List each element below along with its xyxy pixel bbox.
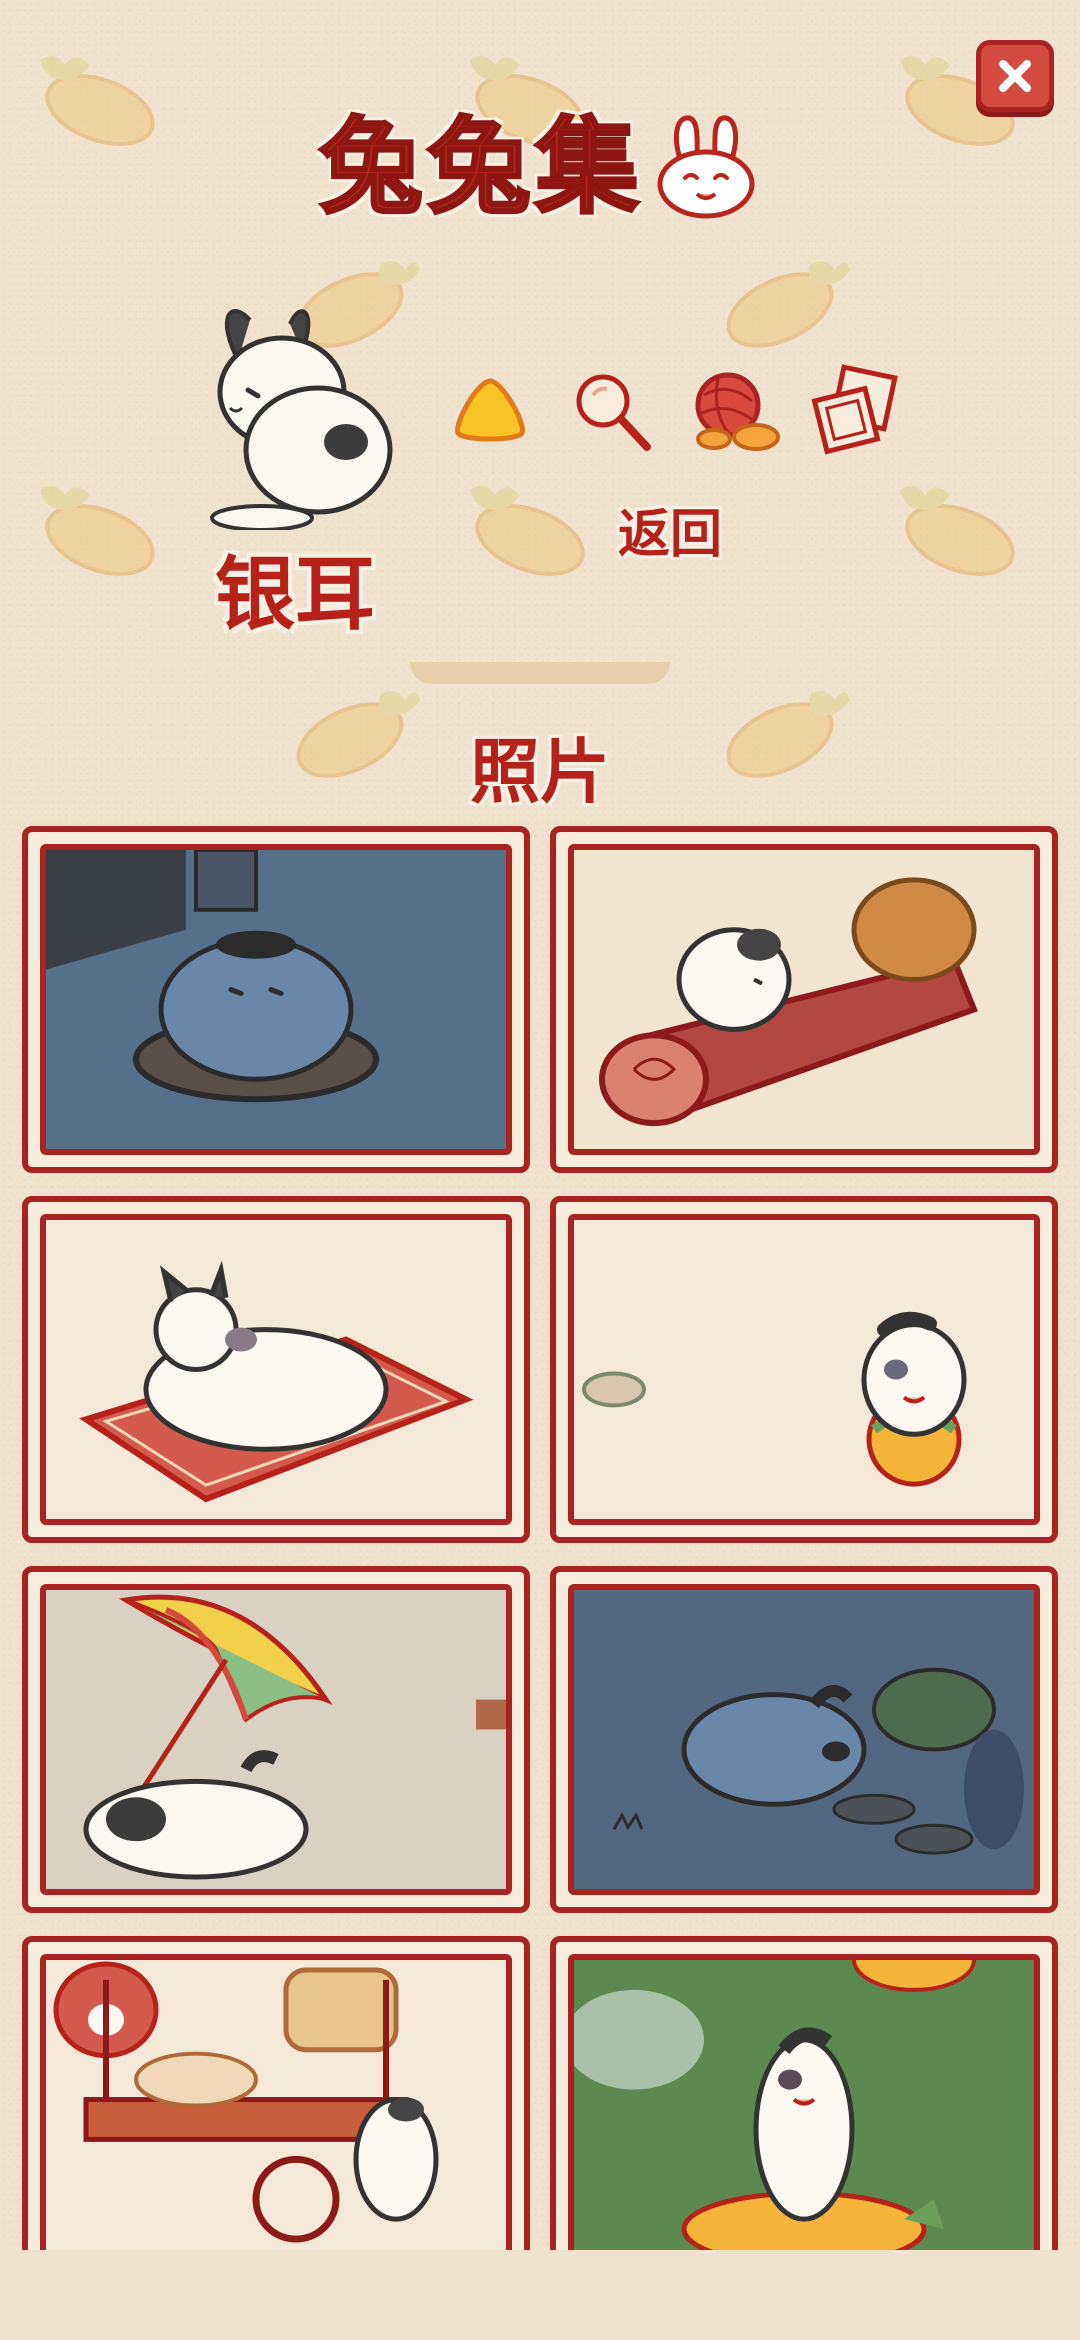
carrot-pattern-icon <box>726 261 850 348</box>
bunny-face-icon <box>657 115 755 219</box>
magnifier-icon <box>576 374 651 451</box>
photo-card[interactable] <box>22 1566 530 1913</box>
rabbit-portrait <box>210 309 393 530</box>
photo-card[interactable] <box>550 1566 1058 1913</box>
photo-card[interactable] <box>550 826 1058 1173</box>
photo-card[interactable] <box>550 1196 1058 1543</box>
carrot-pattern-icon <box>900 486 1015 576</box>
photo-rabbit-on-grass <box>574 1960 1034 2250</box>
close-icon <box>999 60 1031 92</box>
album-button[interactable] <box>806 360 906 460</box>
photo-frames-icon <box>811 364 898 455</box>
page-header: 兔兔集 <box>0 112 1080 222</box>
page-title: 兔兔集 <box>317 106 643 228</box>
carrot-pattern-icon <box>40 486 155 576</box>
bottom-margin <box>0 2250 1080 2340</box>
toy-button[interactable] <box>684 360 784 460</box>
photo-card[interactable] <box>22 1196 530 1543</box>
photo-card[interactable] <box>550 1936 1058 2250</box>
feed-button[interactable] <box>440 360 540 460</box>
action-bar <box>440 360 920 470</box>
photos-section-title: 照片 <box>470 731 610 813</box>
photo-card[interactable] <box>22 1936 530 2250</box>
photo-rabbit-at-food-cart <box>46 1960 506 2250</box>
rabbit-name: 银耳 <box>215 548 375 641</box>
photo-rabbit-under-umbrella <box>46 1590 506 1889</box>
rice-ball-icon <box>455 378 525 442</box>
photo-rabbit-on-log <box>574 850 1034 1149</box>
photo-rabbits-in-garden-night <box>574 1590 1034 1889</box>
search-button[interactable] <box>562 360 662 460</box>
photo-rabbit-on-cushion-night <box>46 850 506 1149</box>
section-divider <box>410 662 670 684</box>
back-link[interactable]: 返回 <box>560 492 780 567</box>
photo-rabbit-with-ball <box>574 1220 1034 1519</box>
photo-grid <box>22 826 1058 2250</box>
close-button[interactable] <box>976 40 1054 112</box>
yarn-ball-icon <box>695 372 780 451</box>
photo-rabbit-on-rug <box>46 1220 506 1519</box>
photo-card[interactable] <box>22 826 530 1173</box>
